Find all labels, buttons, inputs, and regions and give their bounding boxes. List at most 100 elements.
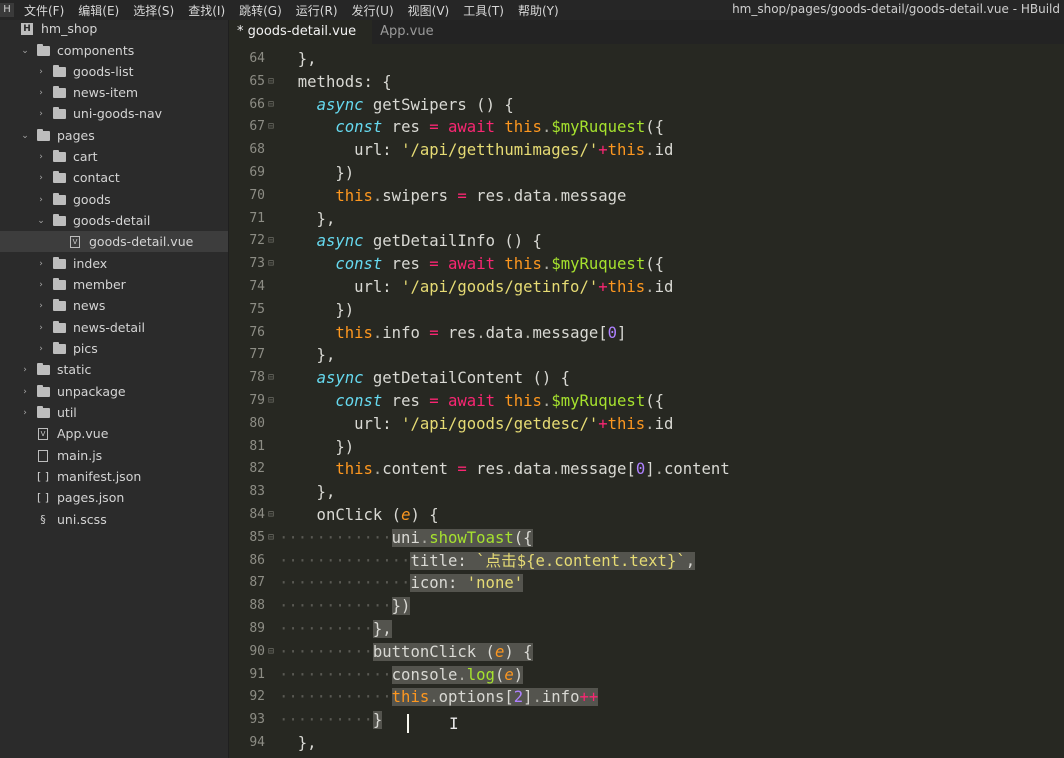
tree-item-member[interactable]: › member (0, 274, 228, 295)
fold-toggle-icon[interactable]: ⊟ (268, 509, 274, 520)
fold-toggle-icon[interactable]: ⊟ (268, 395, 274, 406)
tree-item-goods[interactable]: › goods (0, 189, 228, 210)
tab-goods-detail-vue[interactable]: * goods-detail.vue (229, 20, 373, 44)
code-line[interactable]: url: '/api/goods/getinfo/'+this.id (279, 276, 673, 299)
chevron-right-icon[interactable]: › (36, 344, 46, 354)
tree-item-app-vue[interactable]: V App.vue (0, 423, 228, 444)
code-line[interactable]: }, (279, 732, 317, 755)
tree-item-goods-list[interactable]: › goods-list (0, 61, 228, 82)
menu-publish[interactable]: 发行(U) (352, 2, 394, 19)
code-line[interactable]: async getDetailInfo () { (279, 230, 542, 253)
code-line[interactable]: ············this.options[2].info++ (279, 686, 599, 709)
chevron-right-icon[interactable]: › (36, 109, 46, 119)
fold-toggle-icon[interactable]: ⊟ (268, 76, 274, 87)
tree-item-news[interactable]: › news (0, 295, 228, 316)
chevron-right-icon[interactable]: › (36, 195, 46, 205)
chevron-right-icon[interactable]: › (20, 387, 30, 397)
code-line[interactable]: this.info = res.data.message[0] (279, 322, 626, 345)
code-line[interactable]: const res = await this.$myRuquest({ (279, 253, 664, 276)
code-line[interactable]: ············}) (279, 595, 411, 618)
code-line[interactable]: this.content = res.data.message[0].conte… (279, 458, 729, 481)
chevron-right-icon[interactable]: › (36, 173, 46, 183)
code-line[interactable]: methods: { (279, 71, 392, 94)
fold-toggle-icon[interactable]: ⊟ (268, 646, 274, 657)
code-line[interactable]: async getSwipers () { (279, 94, 514, 117)
code-area[interactable]: }, methods: { async getSwipers () { cons… (279, 44, 1064, 758)
menu-tools[interactable]: 工具(T) (463, 2, 504, 19)
code-line[interactable]: ············uni.showToast({ (279, 527, 533, 550)
tree-item-cart[interactable]: › cart (0, 146, 228, 167)
code-editor[interactable]: 64 65 ⊟ 66 ⊟ 67 ⊟ 68 69 70 71 72 ⊟ 73 ⊟ 74 75 76 77 78 ⊟ 79 ⊟ 8… (229, 44, 1064, 758)
code-line[interactable]: }, (279, 344, 336, 367)
tree-item-uni-scss[interactable]: § uni.scss (0, 509, 228, 530)
tree-item-pages-json[interactable]: [ ] pages.json (0, 487, 228, 508)
code-line[interactable]: }, (279, 481, 336, 504)
menu-file[interactable]: 文件(F) (24, 2, 64, 19)
tree-item-contact[interactable]: › contact (0, 167, 228, 188)
code-line[interactable]: ··········} (279, 709, 383, 732)
code-line[interactable]: ··············title: `点击${e.content.text… (279, 550, 696, 573)
menu-select[interactable]: 选择(S) (133, 2, 174, 19)
code-line[interactable]: }) (279, 162, 354, 185)
chevron-right-icon[interactable]: › (36, 323, 46, 333)
tree-item-label: index (73, 256, 108, 271)
menu-view[interactable]: 视图(V) (408, 2, 450, 19)
code-line[interactable]: const res = await this.$myRuquest({ (279, 390, 664, 413)
tree-item-news-item[interactable]: › news-item (0, 82, 228, 103)
tree-item-util[interactable]: › util (0, 402, 228, 423)
menu-goto[interactable]: 跳转(G) (239, 2, 282, 19)
chevron-down-icon[interactable]: ⌄ (20, 46, 30, 56)
chevron-right-icon[interactable]: › (20, 365, 30, 375)
tree-item-uni-goods-nav[interactable]: › uni-goods-nav (0, 103, 228, 124)
tree-item-unpackage[interactable]: › unpackage (0, 381, 228, 402)
code-line[interactable]: }) (279, 299, 354, 322)
code-line[interactable]: ··········buttonClick (e) { (279, 641, 533, 664)
tree-item-goods-detail-vue[interactable]: Vgoods-detail.vue (0, 231, 228, 252)
folder-icon (36, 405, 50, 418)
tree-item-label: pics (73, 341, 98, 356)
tree-item-hm-shop[interactable]: Hhm_shop (0, 20, 228, 39)
tree-item-news-detail[interactable]: › news-detail (0, 317, 228, 338)
chevron-down-icon[interactable]: ⌄ (20, 131, 30, 141)
code-line[interactable]: }, (279, 208, 336, 231)
tree-item-main-js[interactable]: main.js (0, 445, 228, 466)
tab-app-vue[interactable]: App.vue (372, 20, 449, 44)
tree-item-pages[interactable]: ⌄ pages (0, 125, 228, 146)
fold-toggle-icon[interactable]: ⊟ (268, 258, 274, 269)
code-line[interactable]: }, (279, 48, 317, 71)
chevron-right-icon[interactable]: › (36, 152, 46, 162)
fold-toggle-icon[interactable]: ⊟ (268, 532, 274, 543)
code-line[interactable]: async getDetailContent () { (279, 367, 571, 390)
code-line[interactable]: }) (279, 436, 354, 459)
fold-toggle-icon[interactable]: ⊟ (268, 235, 274, 246)
tree-item-pics[interactable]: › pics (0, 338, 228, 359)
chevron-right-icon[interactable]: › (36, 88, 46, 98)
code-line[interactable]: this.swipers = res.data.message (279, 185, 626, 208)
chevron-right-icon[interactable]: › (36, 67, 46, 77)
tree-item-label: main.js (57, 448, 103, 463)
code-line[interactable]: ··········}, (279, 618, 392, 641)
code-line[interactable]: ············console.log(e) (279, 664, 524, 687)
chevron-right-icon[interactable]: › (36, 301, 46, 311)
code-line[interactable]: url: '/api/getthumimages/'+this.id (279, 139, 673, 162)
menu-help[interactable]: 帮助(Y) (518, 2, 559, 19)
chevron-right-icon[interactable]: › (36, 280, 46, 290)
fold-toggle-icon[interactable]: ⊟ (268, 99, 274, 110)
code-line[interactable]: url: '/api/goods/getdesc/'+this.id (279, 413, 673, 436)
chevron-right-icon[interactable]: › (36, 259, 46, 269)
tree-item-manifest-json[interactable]: [ ] manifest.json (0, 466, 228, 487)
code-line[interactable]: const res = await this.$myRuquest({ (279, 116, 664, 139)
menu-edit[interactable]: 编辑(E) (78, 2, 119, 19)
code-line[interactable]: onClick (e) { (279, 504, 439, 527)
tree-item-static[interactable]: › static (0, 359, 228, 380)
chevron-right-icon[interactable]: › (20, 408, 30, 418)
tree-item-index[interactable]: › index (0, 253, 228, 274)
fold-toggle-icon[interactable]: ⊟ (268, 372, 274, 383)
tree-item-components[interactable]: ⌄ components (0, 40, 228, 61)
menu-run[interactable]: 运行(R) (296, 2, 338, 19)
tree-item-goods-detail[interactable]: ⌄ goods-detail (0, 210, 228, 231)
code-line[interactable]: ··············icon: 'none' (279, 572, 524, 595)
chevron-down-icon[interactable]: ⌄ (36, 216, 46, 226)
menu-find[interactable]: 查找(I) (188, 2, 225, 19)
fold-toggle-icon[interactable]: ⊟ (268, 121, 274, 132)
